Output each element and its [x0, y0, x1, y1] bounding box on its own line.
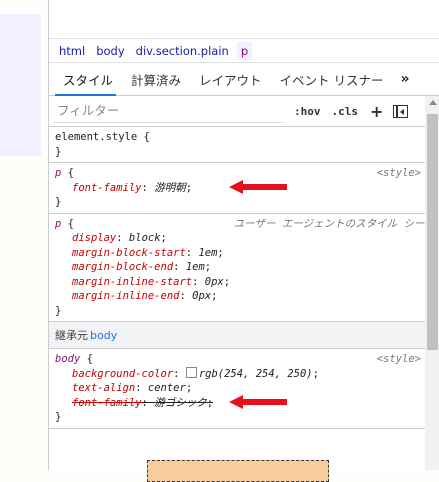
filter-toolbar: :hov .cls + — [49, 96, 439, 127]
property-value: block — [128, 232, 161, 244]
declaration-margin-inline-start: margin-inline-start: 0px; — [72, 275, 231, 288]
property-name: margin-inline-start — [72, 275, 193, 288]
color-swatch-icon[interactable] — [185, 366, 197, 378]
crumb-html[interactable]: html — [58, 44, 86, 58]
property-name[interactable]: font-family — [72, 397, 142, 409]
property-value[interactable]: 游ゴシック — [154, 397, 207, 409]
property-name[interactable]: font-family — [72, 182, 142, 194]
rule-close-brace: } — [55, 411, 62, 423]
rule-body-style: <style> body { background-color: rgb(254… — [49, 349, 425, 429]
scrollbar[interactable] — [425, 96, 439, 470]
page-preview — [0, 0, 48, 470]
tab-event-listeners[interactable]: イベント リスナー — [271, 63, 393, 95]
rule-source-link[interactable]: <style> — [377, 166, 421, 181]
declaration-margin-inline-end: margin-inline-end: 0px; — [72, 290, 218, 302]
rule-open-brace: { — [80, 353, 93, 365]
rule-p-style: <style> p { font-family: 游明朝; } — [49, 163, 425, 214]
property-name: margin-inline-end — [72, 290, 180, 302]
rule-open-brace: { — [61, 167, 74, 179]
toggle-sidebar-icon[interactable] — [393, 104, 409, 118]
crumb-div[interactable]: div.section.plain — [135, 44, 230, 58]
box-model-diagram — [147, 460, 329, 482]
hov-button[interactable]: :hov — [294, 105, 321, 118]
rule-open-brace: { — [137, 131, 150, 143]
property-name: margin-block-end — [72, 261, 174, 273]
rule-source-link[interactable]: <style> — [377, 352, 421, 367]
property-value: 1em — [198, 246, 218, 259]
tab-computed[interactable]: 計算済み — [122, 63, 190, 95]
tab-layout[interactable]: レイアウト — [190, 63, 271, 95]
new-rule-button[interactable]: + — [370, 102, 383, 121]
rule-close-brace: } — [55, 304, 62, 317]
property-name[interactable]: background-color — [72, 368, 173, 380]
property-name: display — [72, 232, 117, 244]
property-value: 0px — [204, 275, 224, 288]
scrollbar-thumb[interactable] — [427, 114, 438, 350]
property-value[interactable]: center — [148, 382, 186, 394]
declaration-text-align[interactable]: text-align: center; — [55, 381, 425, 396]
tab-styles[interactable]: スタイル — [49, 63, 122, 96]
inherited-label: 継承元 — [55, 329, 88, 342]
crumb-body[interactable]: body — [95, 44, 125, 58]
declaration-margin-block-end: margin-block-end: 1em; — [72, 261, 212, 273]
rule-selector: element.style — [55, 131, 138, 143]
declaration-background-color[interactable]: background-color: rgb(254, 254, 250); — [55, 366, 425, 382]
sidebar-tabs: スタイル 計算済み レイアウト イベント リスナー » — [49, 63, 439, 96]
scroll-up-icon[interactable] — [429, 100, 437, 105]
devtools-top-strip — [49, 0, 439, 39]
page-preview-box — [0, 14, 41, 156]
property-value[interactable]: 游明朝 — [154, 182, 186, 194]
rule-source-label: ユーザー エージェントのスタイル シート — [233, 217, 425, 230]
inherited-from-link[interactable]: body — [90, 329, 117, 342]
property-value: 0px — [192, 290, 212, 302]
rule-element-style: element.style { } — [49, 127, 425, 163]
declaration-display: display: block; — [72, 232, 167, 244]
property-value: 1em — [185, 261, 205, 273]
property-value[interactable]: rgb(254, 254, 250) — [199, 368, 313, 380]
rule-close-brace: } — [55, 145, 62, 158]
filter-input[interactable] — [53, 99, 283, 123]
rule-p-user-agent: ユーザー エージェントのスタイル シート p { display: block;… — [49, 214, 425, 322]
property-name[interactable]: text-align — [72, 382, 135, 394]
red-arrow-annotation — [229, 180, 287, 194]
rule-close-brace: } — [55, 196, 62, 208]
declaration-margin-block-start: margin-block-start: 1em; — [72, 246, 224, 259]
crumb-p[interactable]: p — [236, 41, 253, 60]
property-name: margin-block-start — [72, 246, 186, 259]
rule-selector[interactable]: body — [55, 353, 80, 365]
red-arrow-annotation — [229, 395, 287, 409]
more-tabs-button[interactable]: » — [393, 63, 420, 95]
styles-pane: element.style { } <style> p { font-famil… — [49, 127, 425, 470]
rule-open-brace: { — [61, 217, 74, 230]
devtools-panel: html body div.section.plain p スタイル 計算済み … — [48, 0, 439, 482]
breadcrumb: html body div.section.plain p — [49, 39, 439, 63]
cls-button[interactable]: .cls — [332, 105, 359, 118]
inherited-from-header: 継承元 body — [49, 322, 425, 349]
